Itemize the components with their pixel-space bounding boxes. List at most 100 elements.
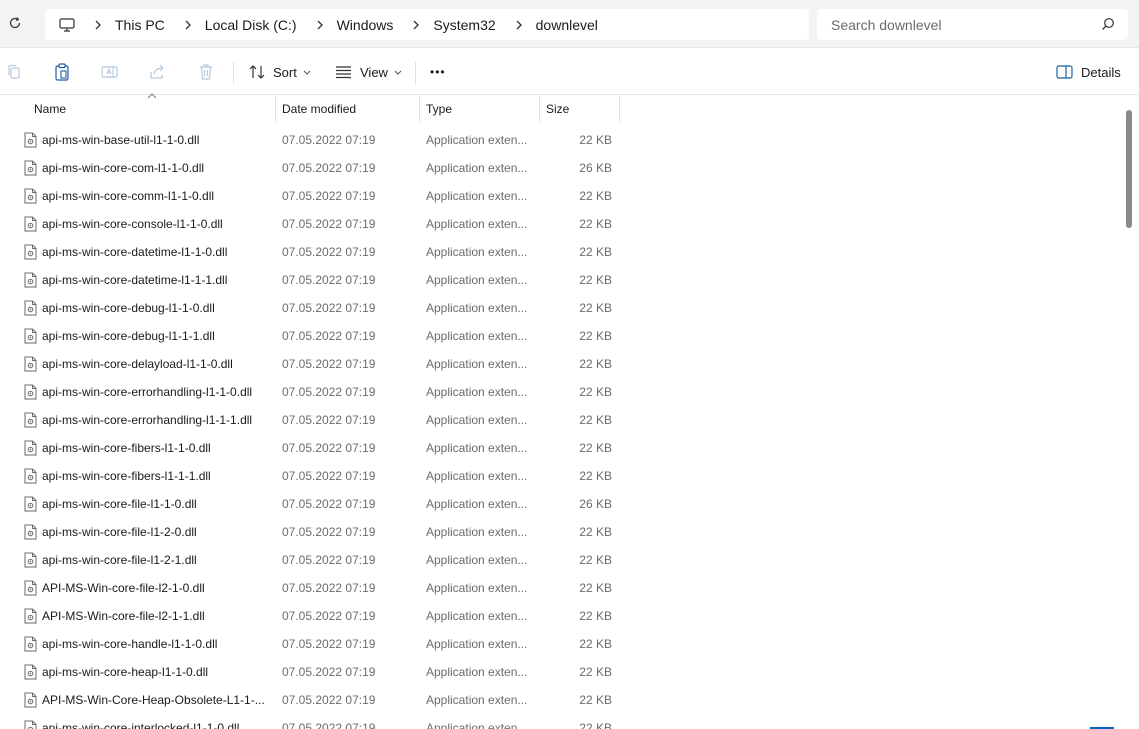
file-row[interactable]: api-ms-win-core-errorhandling-l1-1-0.dll… [0, 378, 1120, 406]
file-date-modified: 07.05.2022 07:19 [282, 665, 376, 679]
file-name: api-ms-win-core-file-l1-1-0.dll [42, 497, 197, 511]
file-name: api-ms-win-core-datetime-l1-1-1.dll [42, 273, 228, 287]
dll-file-icon [24, 160, 37, 176]
refresh-button[interactable] [4, 12, 26, 34]
file-name: api-ms-win-core-fibers-l1-1-0.dll [42, 441, 211, 455]
column-header-name-label: Name [34, 102, 67, 116]
breadcrumb-local-disk[interactable]: Local Disk (C:) [205, 17, 297, 33]
copy-icon[interactable] [4, 62, 24, 82]
file-row[interactable]: api-ms-win-core-fibers-l1-1-0.dll 07.05.2… [0, 434, 1120, 462]
dll-file-icon [24, 664, 37, 680]
file-date-modified: 07.05.2022 07:19 [282, 553, 376, 567]
file-size: 22 KB [579, 469, 612, 483]
paste-icon[interactable] [52, 62, 72, 82]
breadcrumb-this-pc[interactable]: This PC [115, 17, 165, 33]
see-more-button[interactable]: ••• [430, 62, 446, 82]
file-row[interactable]: api-ms-win-core-console-l1-1-0.dll 07.05.… [0, 210, 1120, 238]
details-button[interactable]: Details [1056, 62, 1121, 82]
file-row[interactable]: api-ms-win-core-debug-l1-1-0.dll 07.05.20… [0, 294, 1120, 322]
file-type: Application exten... [426, 693, 528, 707]
file-row[interactable]: api-ms-win-core-file-l1-2-0.dll 07.05.202… [0, 518, 1120, 546]
file-type: Application exten... [426, 301, 528, 315]
view-icon [336, 66, 351, 79]
dll-file-icon [24, 328, 37, 344]
view-button[interactable]: View [335, 62, 402, 82]
chevron-right-icon [183, 20, 193, 30]
chevron-down-icon [303, 68, 311, 76]
sort-button[interactable]: Sort [249, 62, 311, 82]
file-date-modified: 07.05.2022 07:19 [282, 301, 376, 315]
file-row[interactable]: API-MS-Win-core-file-l2-1-0.dll 07.05.202… [0, 574, 1120, 602]
file-type: Application exten... [426, 189, 528, 203]
file-row[interactable]: api-ms-win-core-interlocked-l1-1-0.dll 07… [0, 714, 1120, 729]
dll-file-icon [24, 496, 37, 512]
breadcrumb-system32[interactable]: System32 [433, 17, 495, 33]
file-size: 22 KB [579, 637, 612, 651]
file-size: 22 KB [579, 217, 612, 231]
rename-icon[interactable] [100, 62, 120, 82]
file-list: api-ms-win-base-util-l1-1-0.dll 07.05.202… [0, 126, 1120, 729]
file-row[interactable]: api-ms-win-core-heap-l1-1-0.dll 07.05.202… [0, 658, 1120, 686]
file-row[interactable]: api-ms-win-core-file-l1-2-1.dll 07.05.202… [0, 546, 1120, 574]
file-name: api-ms-win-core-file-l1-2-1.dll [42, 553, 197, 567]
column-header-size[interactable]: Size [540, 96, 620, 122]
column-header-name[interactable]: Name [0, 96, 276, 122]
dll-file-icon [24, 636, 37, 652]
sort-icon [249, 65, 265, 79]
toolbar-divider [233, 62, 234, 84]
file-name: api-ms-win-core-file-l1-2-0.dll [42, 525, 197, 539]
file-date-modified: 07.05.2022 07:19 [282, 637, 376, 651]
column-header-date[interactable]: Date modified [276, 96, 420, 122]
file-row[interactable]: api-ms-win-core-debug-l1-1-1.dll 07.05.20… [0, 322, 1120, 350]
file-name: api-ms-win-core-fibers-l1-1-1.dll [42, 469, 211, 483]
details-label: Details [1081, 64, 1121, 80]
file-type: Application exten... [426, 665, 528, 679]
file-row[interactable]: api-ms-win-core-datetime-l1-1-0.dll 07.05… [0, 238, 1120, 266]
delete-icon[interactable] [196, 62, 216, 82]
file-row[interactable]: api-ms-win-core-comm-l1-1-0.dll 07.05.202… [0, 182, 1120, 210]
file-name: api-ms-win-core-errorhandling-l1-1-1.dll [42, 413, 253, 427]
file-row[interactable]: api-ms-win-core-handle-l1-1-0.dll 07.05.2… [0, 630, 1120, 658]
file-size: 22 KB [579, 385, 612, 399]
search-box[interactable] [817, 9, 1128, 40]
dll-file-icon [24, 608, 37, 624]
file-name: api-ms-win-base-util-l1-1-0.dll [42, 133, 200, 147]
breadcrumb-downlevel[interactable]: downlevel [536, 17, 598, 33]
file-name: API-MS-Win-core-file-l2-1-0.dll [42, 581, 205, 595]
dll-file-icon [24, 272, 37, 288]
file-row[interactable]: api-ms-win-core-com-l1-1-0.dll 07.05.2022… [0, 154, 1120, 182]
chevron-down-icon [394, 68, 402, 76]
file-size: 22 KB [579, 245, 612, 259]
file-date-modified: 07.05.2022 07:19 [282, 413, 376, 427]
file-size: 22 KB [579, 665, 612, 679]
column-header-type[interactable]: Type [420, 96, 540, 122]
file-type: Application exten... [426, 581, 528, 595]
file-type: Application exten... [426, 553, 528, 567]
file-size: 22 KB [579, 693, 612, 707]
file-row[interactable]: api-ms-win-core-datetime-l1-1-1.dll 07.05… [0, 266, 1120, 294]
search-input[interactable] [831, 16, 1091, 33]
file-row[interactable]: API-MS-Win-Core-Heap-Obsolete-L1-1-... 07… [0, 686, 1120, 714]
file-name: API-MS-Win-Core-Heap-Obsolete-L1-1-... [42, 693, 265, 707]
file-row[interactable]: api-ms-win-core-fibers-l1-1-1.dll 07.05.2… [0, 462, 1120, 490]
file-size: 22 KB [579, 357, 612, 371]
file-size: 22 KB [579, 133, 612, 147]
computer-icon [59, 17, 75, 33]
vertical-scrollbar[interactable] [1126, 110, 1132, 228]
file-size: 22 KB [579, 553, 612, 567]
share-icon[interactable] [148, 62, 168, 82]
file-row[interactable]: api-ms-win-core-errorhandling-l1-1-1.dll… [0, 406, 1120, 434]
file-row[interactable]: api-ms-win-base-util-l1-1-0.dll 07.05.202… [0, 126, 1120, 154]
command-bar: Sort View ••• Details [0, 49, 1139, 95]
file-size: 22 KB [579, 609, 612, 623]
dll-file-icon [24, 524, 37, 540]
breadcrumb-windows[interactable]: Windows [337, 17, 394, 33]
file-name: api-ms-win-core-interlocked-l1-1-0.dll [42, 721, 240, 729]
file-row[interactable]: API-MS-Win-core-file-l2-1-1.dll 07.05.202… [0, 602, 1120, 630]
file-date-modified: 07.05.2022 07:19 [282, 217, 376, 231]
file-row[interactable]: api-ms-win-core-file-l1-1-0.dll 07.05.202… [0, 490, 1120, 518]
file-name: API-MS-Win-core-file-l2-1-1.dll [42, 609, 205, 623]
file-type: Application exten... [426, 161, 528, 175]
file-row[interactable]: api-ms-win-core-delayload-l1-1-0.dll 07.0… [0, 350, 1120, 378]
address-bar[interactable]: This PC Local Disk (C:) Windows System32… [45, 9, 809, 40]
